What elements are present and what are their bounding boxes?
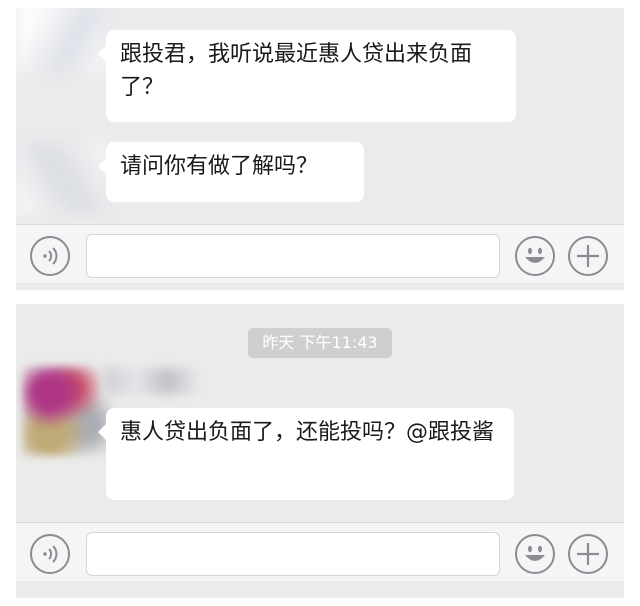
emoji-icon xyxy=(525,545,545,561)
emoji-button[interactable] xyxy=(515,236,555,276)
voice-icon xyxy=(43,545,58,563)
plus-icon xyxy=(577,245,599,267)
sender-name-blurred xyxy=(106,368,198,394)
timestamp-badge: 昨天 下午11:43 xyxy=(248,328,392,358)
avatar[interactable] xyxy=(22,366,112,456)
input-bar xyxy=(16,522,624,581)
emoji-button[interactable] xyxy=(515,534,555,574)
message-bubble[interactable]: 惠人贷出负面了，还能投吗？@跟投酱 xyxy=(98,408,514,500)
chat-panel-2: 昨天 下午11:43 惠人贷出负面了，还能投吗？@跟投酱 xyxy=(16,304,624,598)
voice-button[interactable] xyxy=(30,236,70,276)
message-input[interactable] xyxy=(86,234,500,278)
plus-button[interactable] xyxy=(568,236,608,276)
emoji-icon xyxy=(525,247,545,263)
chat-panel-1: 跟投君，我听说最近惠人贷出来负面了？ 请问你有做了解吗？ xyxy=(16,8,624,290)
voice-icon xyxy=(43,247,58,265)
input-bar xyxy=(16,224,624,283)
message-bubble[interactable]: 跟投君，我听说最近惠人贷出来负面了？ xyxy=(98,30,516,122)
plus-button[interactable] xyxy=(568,534,608,574)
plus-icon xyxy=(577,543,599,565)
message-bubble[interactable]: 请问你有做了解吗？ xyxy=(98,142,364,202)
avatar[interactable] xyxy=(16,142,108,214)
message-input[interactable] xyxy=(86,532,500,576)
voice-button[interactable] xyxy=(30,534,70,574)
avatar[interactable] xyxy=(16,8,108,74)
